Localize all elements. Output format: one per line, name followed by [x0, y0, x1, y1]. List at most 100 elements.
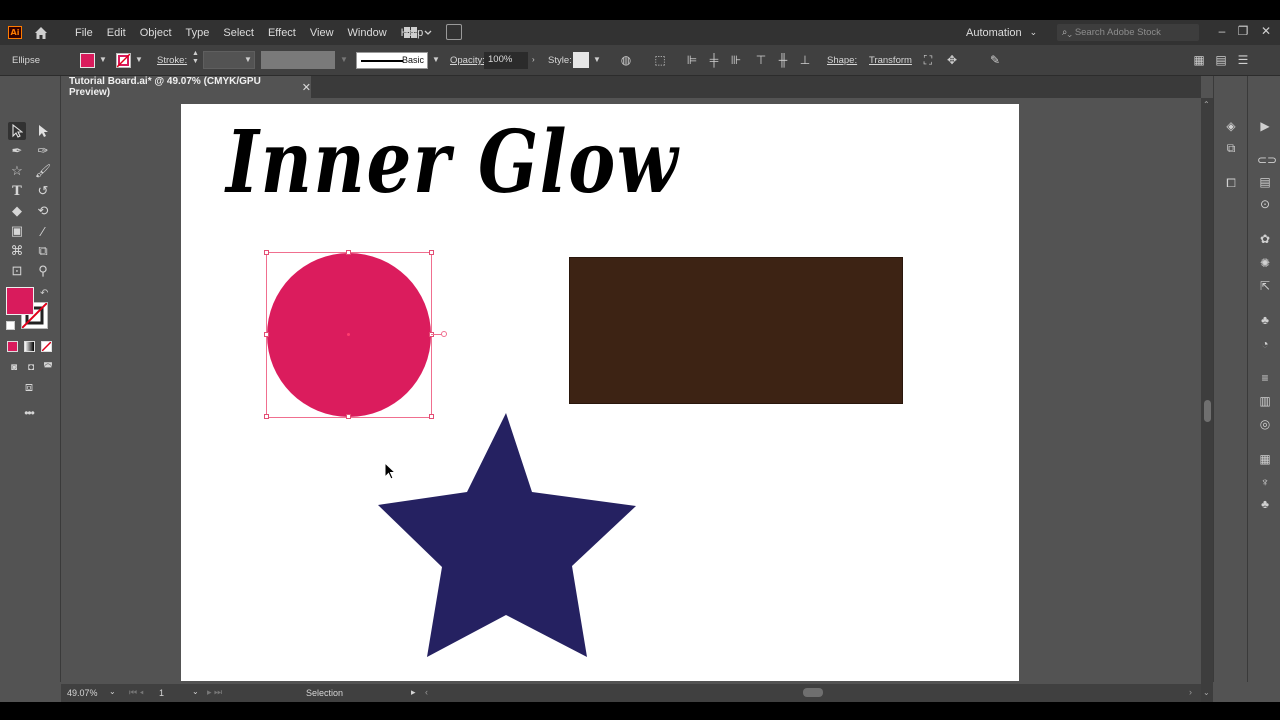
actions-icon[interactable]: ▶: [1257, 118, 1273, 134]
gradient-mode-icon[interactable]: [24, 341, 35, 352]
chevron-down-icon[interactable]: ⌄: [192, 687, 199, 696]
status-menu-icon[interactable]: ▸: [411, 687, 416, 698]
menu-window[interactable]: Window: [341, 27, 394, 39]
properties-icon[interactable]: ⧠: [1223, 175, 1239, 191]
none-mode-icon[interactable]: [41, 341, 52, 352]
pasteboard[interactable]: Inner Glow: [61, 98, 1201, 681]
edit-path-icon[interactable]: ✎: [988, 53, 1002, 67]
arrange-panel-icon[interactable]: ▦: [1192, 53, 1206, 67]
appearance-icon[interactable]: ✺: [1257, 255, 1273, 271]
links-icon[interactable]: ⊂⊃: [1257, 152, 1277, 168]
gradient-icon[interactable]: ▣: [8, 222, 26, 240]
symbols-library-icon[interactable]: ♣: [1257, 496, 1273, 512]
align-top-icon[interactable]: ⊤: [754, 53, 768, 67]
inner-glow-title[interactable]: Inner Glow: [226, 112, 679, 213]
layers-icon[interactable]: ◈: [1223, 118, 1239, 134]
resize-handle[interactable]: [346, 414, 351, 419]
chevron-down-icon[interactable]: ⌄: [109, 687, 116, 696]
graphic-style-swatch[interactable]: [573, 52, 589, 68]
transform-label[interactable]: Transform: [869, 55, 912, 66]
color-mode-icon[interactable]: [7, 341, 18, 352]
direct-selection-icon[interactable]: [34, 122, 52, 140]
document-info-icon[interactable]: ⊙: [1257, 196, 1273, 212]
resize-handle[interactable]: [264, 332, 269, 337]
align-right-icon[interactable]: ⊪: [729, 53, 743, 67]
align-bottom-icon[interactable]: ⊥: [798, 53, 812, 67]
horizontal-scroll-thumb[interactable]: [803, 688, 823, 697]
restore-icon[interactable]: ❐: [1235, 23, 1251, 39]
chevron-right-icon[interactable]: ›: [532, 55, 535, 64]
first-artboard-icon[interactable]: ⏮ ◂: [129, 687, 144, 698]
zoom-icon[interactable]: ⚲: [34, 262, 52, 280]
draw-behind-icon[interactable]: ◘: [22, 358, 40, 376]
blend-icon[interactable]: ⌘: [8, 242, 26, 260]
scroll-right-icon[interactable]: ›: [1189, 687, 1192, 697]
align-center-icon[interactable]: ╪: [707, 53, 721, 67]
shape-label[interactable]: Shape:: [827, 55, 857, 66]
symbols-icon[interactable]: ✿: [1257, 231, 1273, 247]
paintbrush-icon[interactable]: 🖌: [34, 162, 52, 180]
menu-view[interactable]: View: [303, 27, 341, 39]
star-icon[interactable]: ☆: [8, 162, 26, 180]
eyedropper-icon[interactable]: ⁄: [34, 222, 52, 240]
selection-icon[interactable]: [8, 122, 26, 140]
menu-select[interactable]: Select: [216, 27, 261, 39]
scroll-up-icon[interactable]: ⌃: [1203, 100, 1210, 109]
recolor-artwork-icon[interactable]: ◍: [619, 53, 633, 67]
rotate-icon[interactable]: ↺: [34, 182, 52, 200]
zoom-level[interactable]: 49.07%: [67, 688, 98, 698]
chevron-down-icon[interactable]: ▼: [432, 55, 440, 64]
edit-toolbar-icon[interactable]: •••: [20, 404, 38, 422]
menu-icon[interactable]: ☰: [1236, 53, 1250, 67]
opacity-input[interactable]: 100%: [484, 52, 528, 69]
stock-search-input[interactable]: ⌕⌄ Search Adobe Stock: [1057, 24, 1199, 41]
close-tab-icon[interactable]: ✕: [302, 81, 311, 94]
menu-effect[interactable]: Effect: [261, 27, 303, 39]
menu-file[interactable]: File: [68, 27, 100, 39]
menu-type[interactable]: Type: [179, 27, 217, 39]
vertical-scroll-thumb[interactable]: [1204, 400, 1211, 422]
puppet-warp-icon[interactable]: ✥: [945, 53, 959, 67]
align-left-icon[interactable]: ⊫: [685, 53, 699, 67]
chevron-down-icon[interactable]: ▼: [593, 55, 601, 64]
fill-swatch[interactable]: [80, 53, 95, 68]
chevron-down-icon[interactable]: ▼: [244, 55, 252, 64]
free-transform-icon[interactable]: ⟲: [34, 202, 52, 220]
menu-object[interactable]: Object: [133, 27, 179, 39]
libraries-icon[interactable]: ⧉: [1223, 140, 1239, 156]
curvature-icon[interactable]: ✑: [34, 142, 52, 160]
scroll-left-icon[interactable]: ‹: [425, 687, 428, 697]
resize-handle[interactable]: [429, 250, 434, 255]
align-middle-icon[interactable]: ╫: [776, 53, 790, 67]
opacity-label[interactable]: Opacity:: [450, 55, 485, 66]
workspace-dropdown[interactable]: Automation ⌄: [966, 20, 1037, 45]
menu-edit[interactable]: Edit: [100, 27, 133, 39]
chevron-down-icon[interactable]: ▼: [135, 55, 143, 64]
fill-color-box[interactable]: [6, 287, 34, 315]
close-icon[interactable]: ✕: [1258, 23, 1274, 39]
type-icon[interactable]: T: [8, 182, 26, 200]
navy-star[interactable]: [377, 411, 637, 659]
graphic-styles-icon[interactable]: ♣: [1257, 312, 1273, 328]
eraser-icon[interactable]: ◆: [8, 202, 26, 220]
variable-width-profile[interactable]: [261, 51, 335, 69]
stroke-stepper-icon[interactable]: ▲ ▼: [192, 50, 199, 66]
align-to-icon[interactable]: ⬚: [653, 53, 667, 67]
brush-definition[interactable]: Basic: [356, 52, 428, 69]
stroke-swatch[interactable]: [116, 53, 131, 68]
resize-handle[interactable]: [264, 250, 269, 255]
resize-handle[interactable]: [346, 250, 351, 255]
vertical-scrollbar[interactable]: ⌃ ⌄: [1201, 98, 1213, 702]
scroll-down-icon[interactable]: ⌄: [1203, 688, 1210, 697]
artboard[interactable]: Inner Glow: [181, 104, 1019, 681]
asset-export-icon[interactable]: ▤: [1257, 174, 1273, 190]
chevron-down-icon[interactable]: ▼: [99, 55, 107, 64]
stroke-label[interactable]: Stroke:: [157, 55, 187, 66]
stroke-icon[interactable]: ≡: [1257, 370, 1273, 386]
shape-builder-icon[interactable]: ⧉: [34, 242, 52, 260]
panel-options-icon[interactable]: ▤: [1214, 53, 1228, 67]
brushes-icon[interactable]: ♆: [1257, 474, 1273, 490]
artboard-icon[interactable]: ⊡: [8, 262, 26, 280]
minimize-icon[interactable]: –: [1214, 23, 1230, 39]
transparency-icon[interactable]: ◔: [1257, 336, 1273, 352]
